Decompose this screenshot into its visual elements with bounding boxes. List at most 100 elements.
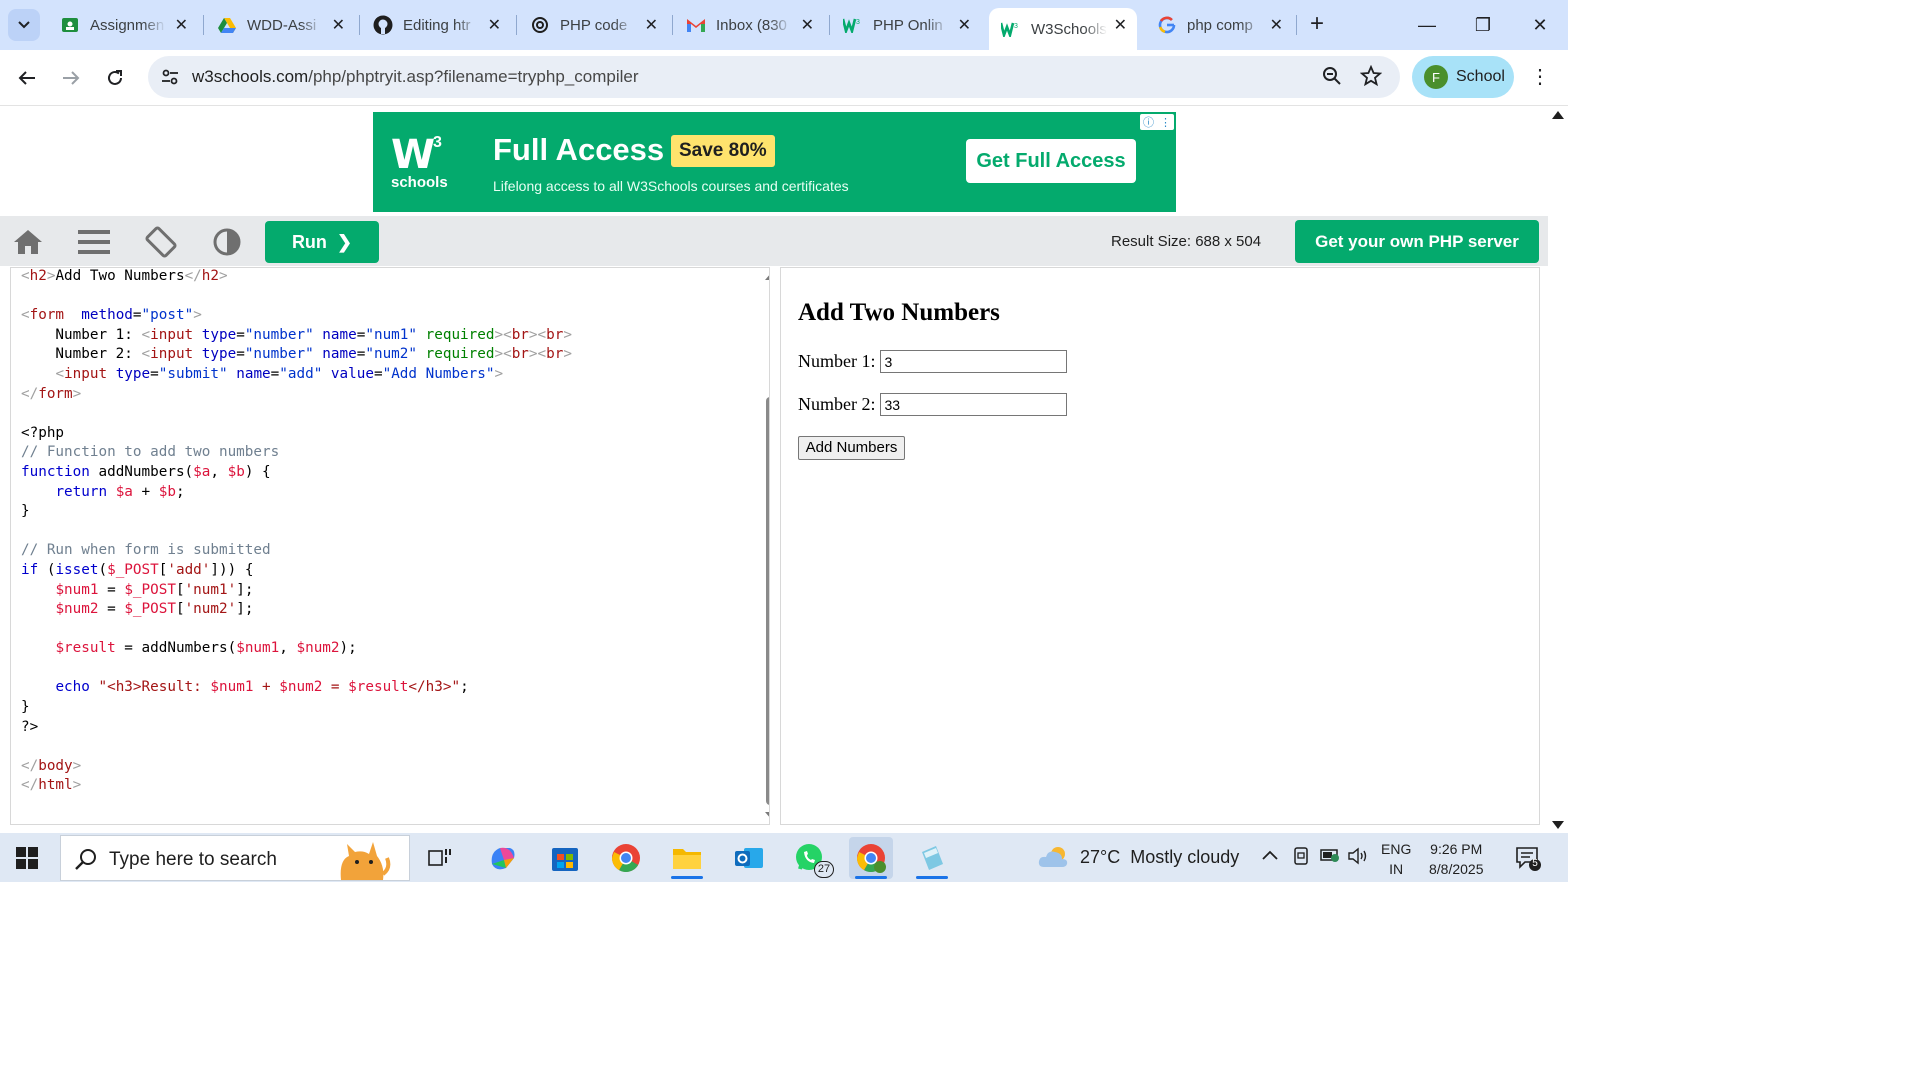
- volume-icon[interactable]: [1348, 847, 1370, 870]
- tab-github[interactable]: Editing htr ✕: [361, 8, 511, 42]
- close-icon[interactable]: ✕: [488, 15, 501, 35]
- restore-button[interactable]: ❐: [1468, 10, 1498, 40]
- code-line[interactable]: if (isset($_POST['add'])) {: [21, 561, 572, 581]
- profile-button[interactable]: F School: [1412, 56, 1514, 98]
- code-line[interactable]: </html>: [21, 776, 572, 796]
- code-line[interactable]: }: [21, 502, 572, 522]
- code-line[interactable]: Number 2: <input type="number" name="num…: [21, 345, 572, 365]
- more-vert-icon[interactable]: ⋮: [1160, 116, 1171, 129]
- menu-icon[interactable]: [78, 226, 110, 258]
- code-line[interactable]: return $a + $b;: [21, 483, 572, 503]
- code-line[interactable]: $num2 = $_POST['num2'];: [21, 600, 572, 620]
- notification-center-icon[interactable]: 5: [1515, 845, 1541, 876]
- scroll-up-icon[interactable]: [1552, 111, 1564, 119]
- get-php-server-button[interactable]: Get your own PHP server: [1295, 220, 1539, 263]
- tab-php-compiler[interactable]: php comp ✕: [1145, 8, 1293, 42]
- code-line[interactable]: Number 1: <input type="number" name="num…: [21, 326, 572, 346]
- close-icon[interactable]: ✕: [645, 15, 658, 35]
- code-line[interactable]: <form method="post">: [21, 306, 572, 326]
- code-line[interactable]: [21, 737, 572, 757]
- code-line[interactable]: $num1 = $_POST['num1'];: [21, 581, 572, 601]
- taskbar-search[interactable]: Type here to search: [60, 835, 410, 881]
- code-line[interactable]: <h2>Add Two Numbers</h2>: [21, 268, 572, 287]
- info-icon[interactable]: ⓘ: [1143, 114, 1154, 130]
- code-line[interactable]: [21, 404, 572, 424]
- add-numbers-button[interactable]: Add Numbers: [798, 436, 905, 460]
- code-line[interactable]: }: [21, 698, 572, 718]
- site-settings-icon[interactable]: [160, 67, 180, 87]
- browser-menu-icon[interactable]: ⋮: [1530, 64, 1550, 89]
- number-2-input[interactable]: [880, 393, 1068, 416]
- new-tab-button[interactable]: +: [1302, 10, 1332, 40]
- scroll-down-icon[interactable]: [1552, 821, 1564, 829]
- copilot-icon[interactable]: [481, 837, 525, 879]
- close-icon[interactable]: ✕: [958, 15, 971, 35]
- task-view-icon[interactable]: [418, 837, 462, 879]
- code-line[interactable]: ?>: [21, 718, 572, 738]
- tab-assignment[interactable]: Assignmen ✕: [48, 8, 198, 42]
- ad-choices[interactable]: ⓘ ⋮: [1140, 114, 1174, 130]
- clock[interactable]: 9:26 PM 8/8/2025: [1429, 839, 1484, 879]
- ad-banner[interactable]: W3 schools Full Access Save 80% Lifelong…: [373, 112, 1176, 212]
- code-line[interactable]: [21, 287, 572, 307]
- scroll-up-icon[interactable]: [765, 273, 769, 280]
- address-bar[interactable]: w3schools.com/php/phptryit.asp?filename=…: [148, 56, 1400, 98]
- close-window-button[interactable]: ✕: [1525, 10, 1555, 40]
- run-button[interactable]: Run ❯: [265, 221, 379, 263]
- close-icon[interactable]: ✕: [1270, 15, 1283, 35]
- code-line[interactable]: [21, 659, 572, 679]
- editor-scrollbar[interactable]: [762, 268, 769, 824]
- tab-wdd[interactable]: WDD-Assi ✕: [205, 8, 355, 42]
- tab-search-button[interactable]: [8, 9, 40, 41]
- rotate-layout-icon[interactable]: [145, 226, 177, 258]
- close-icon[interactable]: ✕: [801, 15, 814, 35]
- close-icon[interactable]: ✕: [332, 15, 345, 35]
- tab-w3schools-active[interactable]: 3 W3Schools ✕: [989, 8, 1137, 50]
- code-line[interactable]: <?php: [21, 424, 572, 444]
- outlook-icon[interactable]: [727, 837, 771, 879]
- code-text[interactable]: <h2>Add Two Numbers</h2> <form method="po…: [21, 268, 572, 796]
- microsoft-store-icon[interactable]: [543, 837, 587, 879]
- tab-php-online[interactable]: 3 PHP Onlin ✕: [831, 8, 981, 42]
- windows-start-icon[interactable]: [16, 847, 38, 869]
- battery-icon[interactable]: [1320, 847, 1340, 868]
- scroll-down-icon[interactable]: [765, 812, 769, 819]
- tab-gmail[interactable]: Inbox (830 ✕: [674, 8, 824, 42]
- chrome-icon[interactable]: [604, 837, 648, 879]
- reload-button[interactable]: [99, 62, 131, 94]
- code-line[interactable]: [21, 522, 572, 542]
- tab-php-code[interactable]: PHP code ✕: [518, 8, 668, 42]
- code-line[interactable]: function addNumbers($a, $b) {: [21, 463, 572, 483]
- code-line[interactable]: // Run when form is submitted: [21, 541, 572, 561]
- scroll-thumb[interactable]: [766, 397, 769, 805]
- theme-toggle-icon[interactable]: [211, 226, 243, 258]
- chrome-profile-icon[interactable]: [849, 837, 893, 879]
- code-line[interactable]: $result = addNumbers($num1, $num2);: [21, 639, 572, 659]
- show-hidden-icons[interactable]: [1262, 847, 1278, 865]
- url-text[interactable]: w3schools.com/php/phptryit.asp?filename=…: [192, 67, 639, 87]
- code-line[interactable]: // Function to add two numbers: [21, 443, 572, 463]
- notepad-icon[interactable]: [910, 837, 954, 879]
- code-editor[interactable]: <h2>Add Two Numbers</h2> <form method="po…: [10, 267, 770, 825]
- close-icon[interactable]: ✕: [1114, 15, 1127, 35]
- minimize-button[interactable]: —: [1412, 10, 1442, 40]
- number-1-input[interactable]: [880, 350, 1068, 373]
- weather-widget[interactable]: 27°C Mostly cloudy: [1038, 845, 1239, 869]
- get-full-access-button[interactable]: Get Full Access: [966, 139, 1136, 183]
- close-icon[interactable]: ✕: [175, 15, 188, 35]
- bookmark-star-icon[interactable]: [1360, 65, 1382, 87]
- back-button[interactable]: [11, 62, 43, 94]
- code-line[interactable]: </form>: [21, 385, 572, 405]
- meet-now-icon[interactable]: [1293, 847, 1309, 870]
- zoom-icon[interactable]: [1322, 66, 1342, 86]
- file-explorer-icon[interactable]: [665, 837, 709, 879]
- home-icon[interactable]: [12, 226, 44, 258]
- whatsapp-icon[interactable]: 27: [788, 837, 834, 879]
- code-line[interactable]: <input type="submit" name="add" value="A…: [21, 365, 572, 385]
- code-line[interactable]: [21, 620, 572, 640]
- code-line[interactable]: echo "<h3>Result: $num1 + $num2 = $resul…: [21, 678, 572, 698]
- code-line[interactable]: </body>: [21, 757, 572, 777]
- forward-button[interactable]: [55, 62, 87, 94]
- language-indicator[interactable]: ENG IN: [1381, 839, 1411, 879]
- page-scrollbar[interactable]: [1548, 107, 1568, 833]
